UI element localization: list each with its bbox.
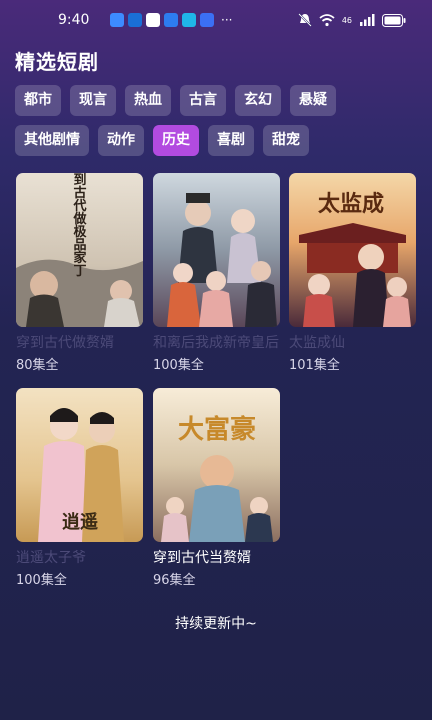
mail-app-icon xyxy=(146,13,160,27)
rich-man-poster: 大富豪 xyxy=(153,388,280,542)
category-chip-history[interactable]: 历史 xyxy=(153,125,199,156)
drama-title: 逍遥太子爷 xyxy=(16,550,86,566)
category-chip-dushi[interactable]: 都市 xyxy=(15,85,61,116)
drama-card[interactable]: 回到古代做极品家丁 穿到古代做赘婿 80集全 xyxy=(16,173,143,373)
system-icons: 46 xyxy=(298,13,406,27)
episode-count: 80集全 xyxy=(16,358,59,373)
drama-title: 太监成仙 xyxy=(289,335,345,351)
drama-card[interactable]: 大富豪 穿到古代当赘婿 96集全 xyxy=(153,388,280,588)
drama-card[interactable]: 逍遥 逍遥太子爷 100集全 xyxy=(16,388,143,588)
search-app-icon xyxy=(200,13,214,27)
episode-count: 101集全 xyxy=(289,358,340,373)
ancient-wedding-poster: 回到古代做极品家丁 xyxy=(16,173,143,327)
poster-title-art: 太监成 xyxy=(318,191,384,217)
notification-icons: ··· xyxy=(110,13,232,27)
category-chip-xuanyi[interactable]: 悬疑 xyxy=(290,85,336,116)
more-notifications: ··· xyxy=(221,13,233,27)
category-row-2: 其他剧情 动作 历史 喜剧 甜宠 xyxy=(15,125,425,156)
drama-title: 穿到古代当赘婿 xyxy=(153,550,251,566)
category-row-1: 都市 现言 热血 古言 玄幻 悬疑 xyxy=(15,85,425,116)
poster-title-art: 大富豪 xyxy=(178,414,256,445)
category-chip-rexue[interactable]: 热血 xyxy=(125,85,171,116)
mute-bell-icon xyxy=(298,13,312,27)
network-type-label: 46 xyxy=(341,15,352,25)
category-chip-comedy[interactable]: 喜剧 xyxy=(208,125,254,156)
drama-title: 和离后我成新帝皇后 xyxy=(153,335,279,351)
episode-count: 100集全 xyxy=(16,573,67,588)
footer-status: 持续更新中~ xyxy=(175,616,257,632)
episode-count: 96集全 xyxy=(153,573,196,588)
category-chip-sweet[interactable]: 甜宠 xyxy=(263,125,309,156)
clock: 9:40 xyxy=(58,12,90,28)
category-chip-action[interactable]: 动作 xyxy=(98,125,144,156)
drama-card[interactable]: 和离后我成新帝皇后 100集全 xyxy=(153,173,280,373)
wifi-icon xyxy=(319,14,335,27)
category-chip-xuanhuan[interactable]: 玄幻 xyxy=(235,85,281,116)
page-title: 精选短剧 xyxy=(15,50,99,74)
category-filter: 都市 现言 热血 古言 玄幻 悬疑 其他剧情 动作 历史 喜剧 甜宠 xyxy=(15,85,425,165)
poster-calligraphy: 逍遥 xyxy=(62,511,98,533)
message-app-icon xyxy=(128,13,142,27)
battery-icon xyxy=(382,13,406,27)
signal-icon xyxy=(360,14,375,26)
bulb-app-icon xyxy=(164,13,178,27)
poster-calligraphy: 回到古代做极品家丁 xyxy=(71,173,88,278)
drama-title: 穿到古代做赘婿 xyxy=(16,335,114,351)
category-chip-xianyan[interactable]: 现言 xyxy=(70,85,116,116)
episode-count: 100集全 xyxy=(153,358,204,373)
category-chip-guyan[interactable]: 古言 xyxy=(180,85,226,116)
drama-card[interactable]: 太监成 太监成仙 101集全 xyxy=(289,173,416,373)
category-chip-other[interactable]: 其他剧情 xyxy=(15,125,89,156)
prince-couple-poster: 逍遥 xyxy=(16,388,143,542)
palace-romance-poster xyxy=(153,173,280,327)
palace-eunuch-poster: 太监成 xyxy=(289,173,416,327)
shield-app-icon xyxy=(110,13,124,27)
status-bar: 9:40 ··· 46 xyxy=(0,0,432,44)
browser-app-icon xyxy=(182,13,196,27)
